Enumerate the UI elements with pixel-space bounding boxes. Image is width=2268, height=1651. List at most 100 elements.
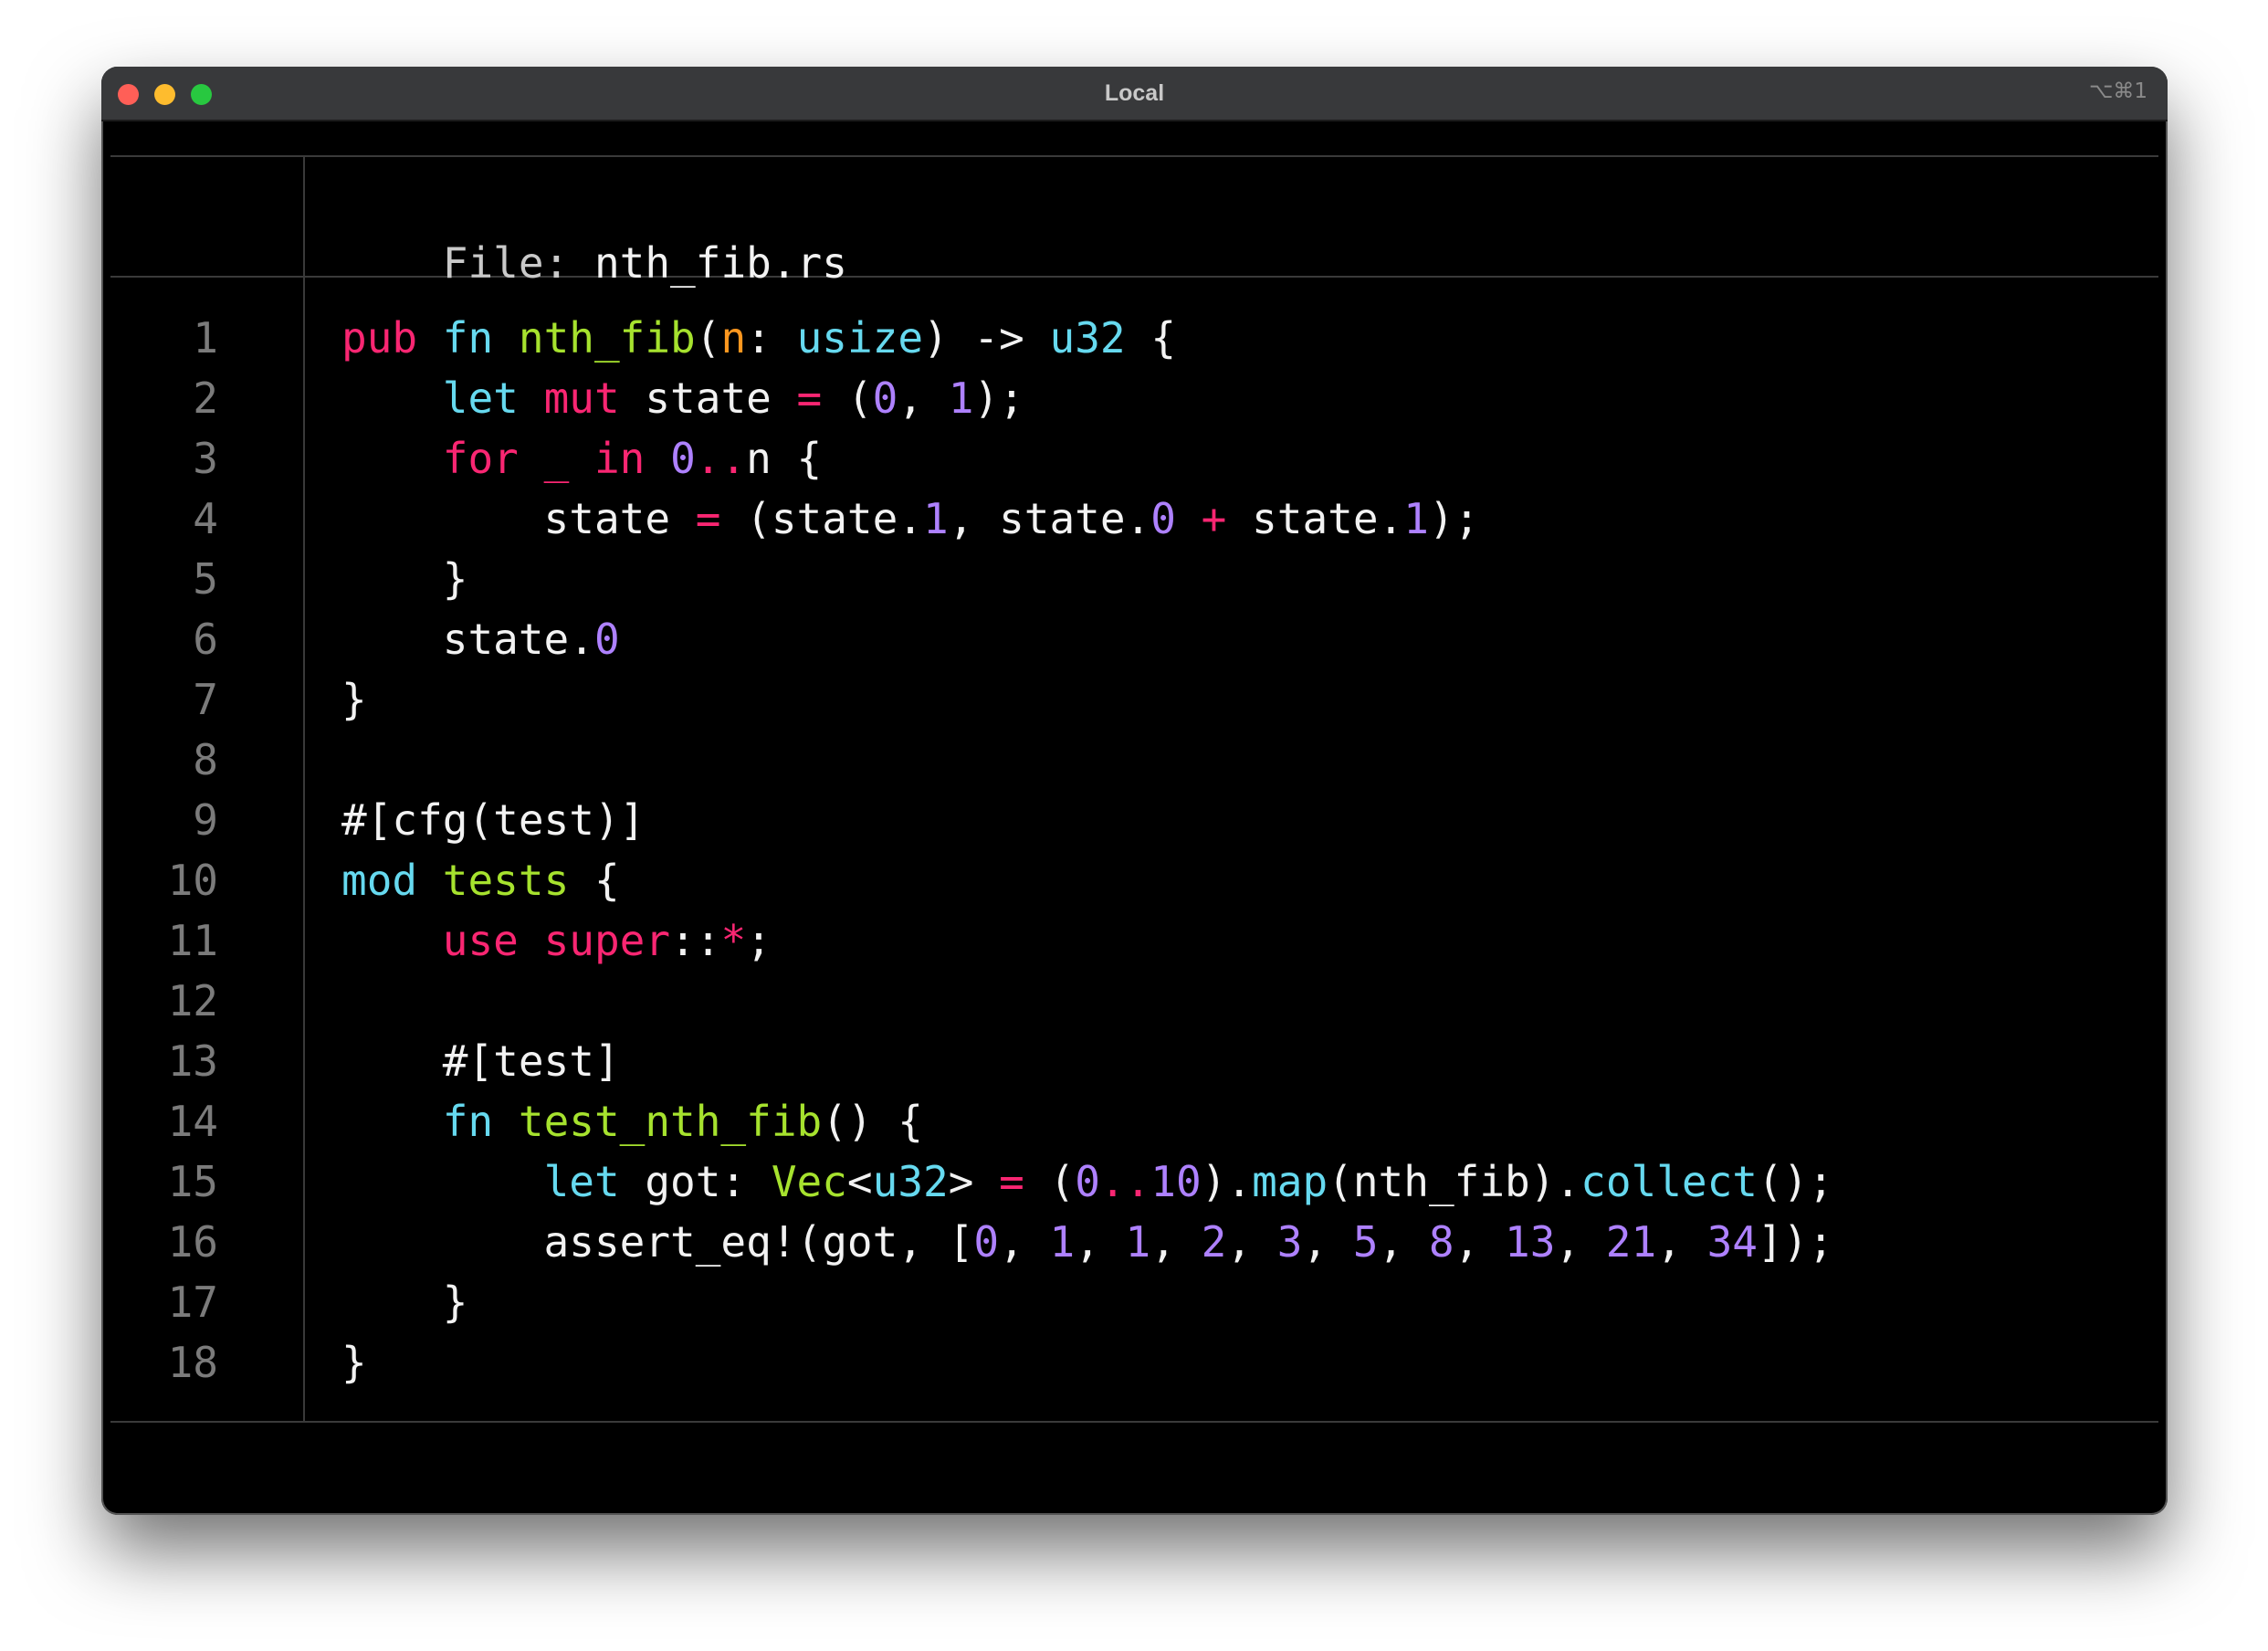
file-header: File: nth_fib.rs [341, 186, 847, 288]
code-token: , [1302, 1217, 1353, 1267]
code-token: : [746, 313, 797, 363]
code-token: 0 [1075, 1157, 1100, 1206]
code-token: 21 [1605, 1217, 1657, 1267]
code-token: u32 [872, 1157, 949, 1206]
line-number-gutter: 1 2 3 4 5 6 7 8 9 10 11 12 13 14 15 16 17 18 [101, 308, 218, 1393]
code-line[interactable]: let got: Vec<u32> = (0..10).map(nth_fib)… [341, 1151, 1834, 1212]
code-line[interactable]: } [341, 1272, 1833, 1332]
code-token: nth_fib [518, 313, 696, 363]
code-token: .. [695, 434, 747, 483]
file-name: nth_fib.rs [593, 238, 847, 288]
code-token: use [442, 916, 519, 965]
code-token: pub [341, 313, 418, 363]
header-top-rule [110, 155, 2158, 157]
code-token: + [1201, 494, 1227, 543]
line-number: 2 [193, 373, 218, 423]
code-line[interactable]: fn test_nth_fib() { [341, 1091, 1833, 1151]
code-token: 0 [593, 615, 620, 664]
footer-rule [110, 1421, 2158, 1423]
code-line[interactable] [341, 730, 1833, 790]
code-token: 1 [1403, 494, 1429, 543]
code-token: = [999, 1157, 1024, 1206]
code-line[interactable]: let mut state = (0, 1); [341, 368, 1833, 428]
code-token: (state. [720, 494, 923, 543]
code-token: 3 [1276, 1217, 1303, 1267]
code-token: 0 [872, 373, 898, 423]
code-token: 0 [670, 434, 696, 483]
line-number: 7 [193, 675, 218, 724]
terminal-window: Local ⌥⌘1 File: nth_fib.rs 1 2 3 4 5 6 7 8 9 10 11… [101, 67, 2168, 1515]
code-token: #[test] [341, 1036, 620, 1086]
code-token: , [1378, 1217, 1429, 1267]
code-token: () { [822, 1097, 923, 1146]
code-token: 1 [1049, 1217, 1076, 1267]
code-token: :: [670, 916, 721, 965]
code-token: = [796, 373, 823, 423]
code-token: { [1125, 313, 1177, 363]
code-line[interactable]: state.0 [341, 609, 1833, 669]
code-line[interactable] [341, 971, 1833, 1031]
code-token: , [999, 1217, 1050, 1267]
code-token: 0 [1150, 494, 1176, 543]
code-token: u32 [1049, 313, 1126, 363]
code-line[interactable]: state = (state.1, state.0 + state.1); [341, 489, 1833, 549]
code-token: ( [695, 313, 721, 363]
code-token: > [948, 1157, 1000, 1206]
line-number: 10 [167, 856, 218, 905]
code-line[interactable]: use super::*; [341, 910, 1833, 971]
code-area[interactable]: pub fn nth_fib(n: usize) -> u32 { let mu… [341, 308, 1833, 1393]
code-token: } [341, 1278, 468, 1327]
code-line[interactable]: } [341, 1332, 1833, 1393]
code-token: , [898, 373, 949, 423]
code-line[interactable]: #[cfg(test)] [341, 790, 1833, 850]
code-line[interactable]: pub fn nth_fib(n: usize) -> u32 { [341, 308, 1833, 368]
code-token: 34 [1706, 1217, 1758, 1267]
gutter-divider [303, 157, 305, 1421]
code-line[interactable]: for _ in 0..n { [341, 428, 1833, 489]
code-token: , [1555, 1217, 1606, 1267]
code-line[interactable]: #[test] [341, 1031, 1833, 1091]
code-token: 0 [973, 1217, 1000, 1267]
window-title: Local [1104, 80, 1165, 106]
code-token: n { [746, 434, 823, 483]
code-token: for [442, 434, 519, 483]
code-line[interactable]: mod tests { [341, 850, 1833, 910]
line-number: 3 [193, 434, 218, 483]
line-number: 4 [193, 494, 218, 543]
code-token: 13 [1505, 1217, 1556, 1267]
code-token: got: [619, 1157, 772, 1206]
line-number: 9 [193, 795, 218, 845]
code-token: 5 [1352, 1217, 1379, 1267]
code-token: in [593, 434, 646, 483]
code-token: ; [746, 916, 772, 965]
code-token: , [1226, 1217, 1277, 1267]
line-number: 1 [193, 313, 218, 363]
code-token: collect [1580, 1157, 1758, 1206]
code-token: map [1252, 1157, 1328, 1206]
code-line[interactable]: assert_eq!(got, [0, 1, 1, 2, 3, 5, 8, 13… [341, 1212, 1834, 1272]
code-line[interactable]: } [341, 549, 1833, 609]
code-token: state. [341, 615, 594, 664]
code-token: fn [442, 1097, 494, 1146]
line-number: 15 [167, 1157, 218, 1206]
window-shortcut: ⌥⌘1 [2088, 79, 2147, 103]
code-token: _ [543, 434, 570, 483]
line-number: 17 [167, 1278, 218, 1327]
title-bar[interactable]: Local ⌥⌘1 [101, 67, 2168, 121]
code-token: 8 [1428, 1217, 1454, 1267]
code-token: (); [1758, 1157, 1834, 1206]
code-token: tests [442, 856, 570, 905]
code-line[interactable]: } [341, 669, 1833, 730]
line-number: 5 [193, 554, 218, 604]
line-number: 11 [167, 916, 218, 965]
